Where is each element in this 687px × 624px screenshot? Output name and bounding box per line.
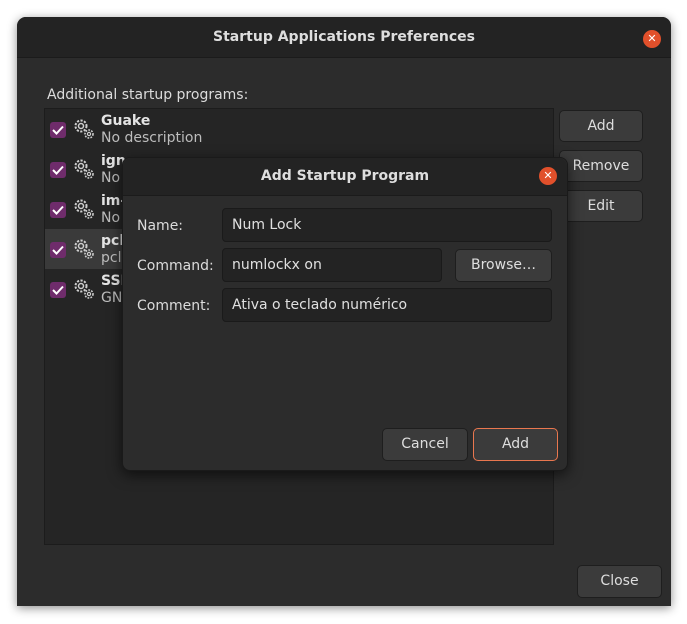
enabled-checkbox[interactable] [50,282,66,298]
gear-icon [74,119,94,139]
remove-button[interactable]: Remove [559,150,643,182]
enabled-checkbox[interactable] [50,122,66,138]
command-label: Command: [137,258,214,274]
program-name: pcl [101,233,125,249]
add-startup-program-dialog: Add Startup Program ✕ Name: Command: Bro… [122,157,568,471]
window-titlebar: Startup Applications Preferences ✕ [17,17,671,58]
cancel-button[interactable]: Cancel [382,428,468,461]
program-description: No [101,170,121,186]
edit-button[interactable]: Edit [559,190,643,222]
dialog-titlebar: Add Startup Program ✕ [123,158,567,196]
comment-field[interactable] [222,288,552,322]
enabled-checkbox[interactable] [50,162,66,178]
browse-button[interactable]: Browse… [455,249,552,282]
dialog-close-icon[interactable]: ✕ [539,167,557,185]
comment-label: Comment: [137,298,211,314]
checkmark-icon [52,285,64,295]
enabled-checkbox[interactable] [50,202,66,218]
checkmark-icon [52,205,64,215]
add-button[interactable]: Add [559,110,643,142]
gear-icon [74,199,94,219]
command-field[interactable] [222,248,442,282]
program-description: No [101,210,121,226]
checkmark-icon [52,125,64,135]
checkmark-icon [52,245,64,255]
list-item[interactable]: Guake No description [45,109,553,149]
program-description: No description [101,130,203,146]
dialog-title: Add Startup Program [260,168,430,184]
name-field[interactable] [222,208,552,242]
program-name: Guake [101,113,151,129]
window-close-icon[interactable]: ✕ [643,30,661,48]
name-label: Name: [137,218,184,234]
gear-icon [74,239,94,259]
gear-icon [74,159,94,179]
program-description: pcl [101,250,122,266]
checkmark-icon [52,165,64,175]
window-title: Startup Applications Preferences [213,29,475,45]
program-description: GN [101,290,123,306]
enabled-checkbox[interactable] [50,242,66,258]
close-button[interactable]: Close [577,565,662,598]
dialog-add-button[interactable]: Add [473,428,558,461]
section-label: Additional startup programs: [47,87,249,103]
gear-icon [74,279,94,299]
